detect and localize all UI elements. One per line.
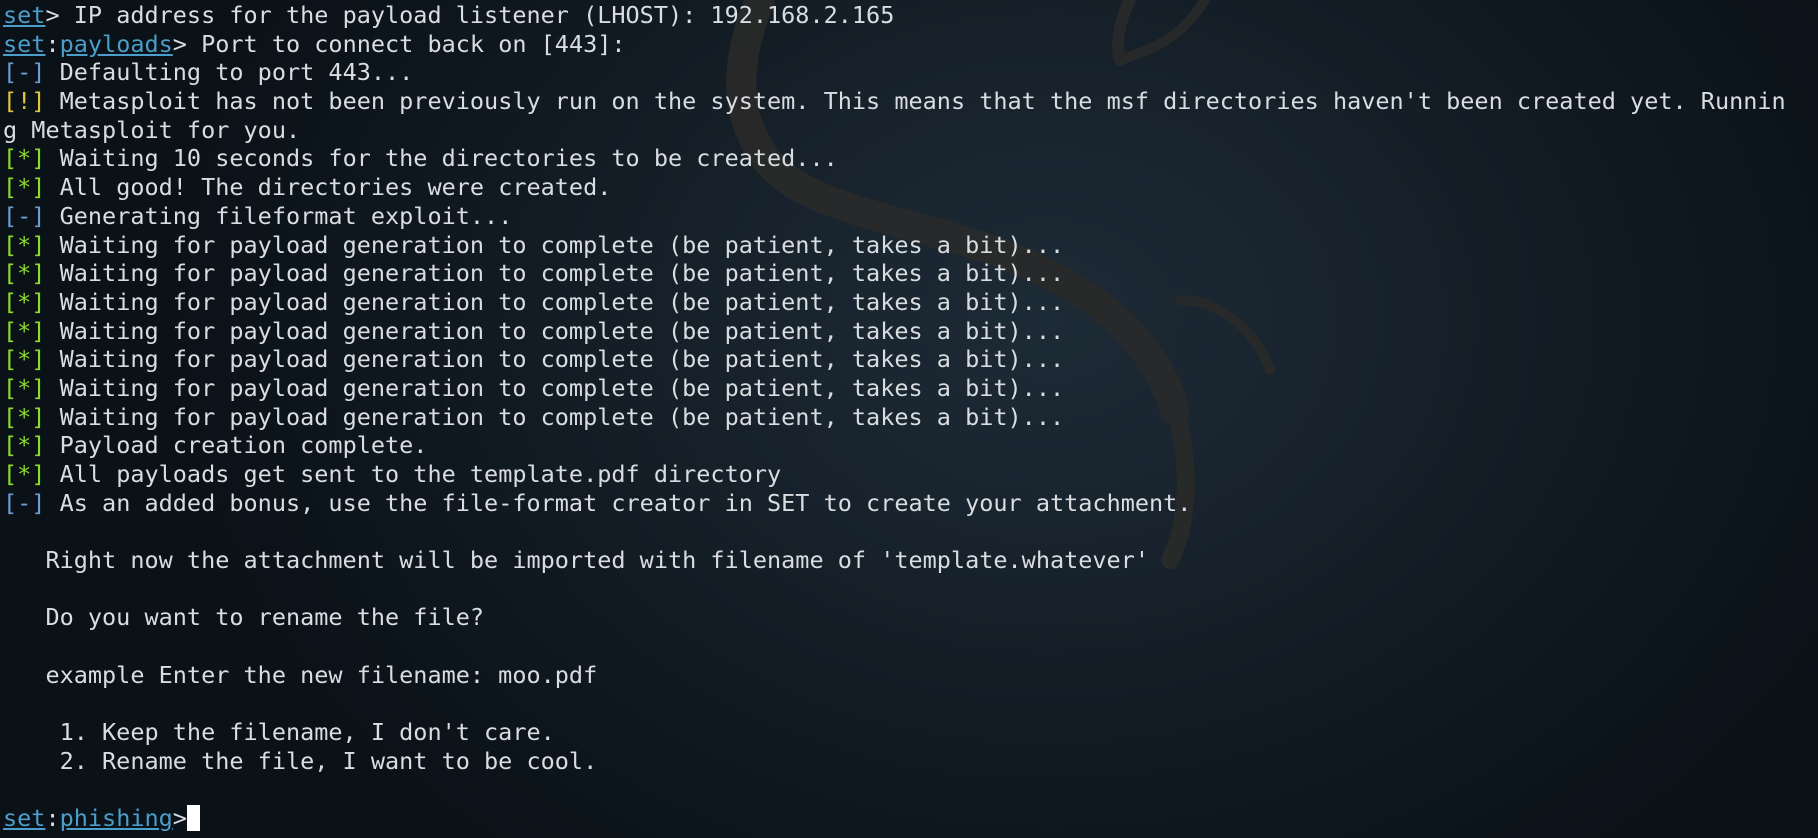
terminal-line: Right now the attachment will be importe… (3, 546, 1814, 575)
status-minus-tag: [-] (3, 201, 46, 230)
line-text: Defaulting to port 443... (45, 58, 414, 87)
terminal-line: [*] All good! The directories were creat… (3, 173, 1814, 202)
terminal-line: [*] Waiting for payload generation to co… (3, 345, 1814, 374)
terminal-line: set:phishing> (3, 804, 1814, 833)
terminal-line: [*] Waiting 10 seconds for the directori… (3, 144, 1814, 173)
line-text: Right now the attachment will be importe… (3, 546, 1150, 575)
text-cursor[interactable] (186, 805, 200, 832)
terminal-line: example Enter the new filename: moo.pdf (3, 661, 1814, 690)
prompt-token: phishing (59, 804, 173, 833)
terminal-window[interactable]: set> IP address for the payload listener… (0, 0, 1818, 838)
status-star-tag: [*] (3, 259, 46, 288)
terminal-line: [-] Generating fileformat exploit... (3, 202, 1814, 231)
line-text: Do you want to rename the file? (3, 603, 485, 632)
terminal-line: [-] As an added bonus, use the file-form… (3, 489, 1814, 518)
status-star-tag: [*] (3, 431, 46, 460)
line-text: example Enter the new filename: moo.pdf (3, 660, 598, 689)
line-text: Metasploit has not been previously run o… (45, 87, 1786, 116)
terminal-line: [*] Waiting for payload generation to co… (3, 317, 1814, 346)
status-star-tag: [*] (3, 345, 46, 374)
terminal-line: [*] Waiting for payload generation to co… (3, 374, 1814, 403)
terminal-line: [!] Metasploit has not been previously r… (3, 87, 1814, 116)
terminal-line: Do you want to rename the file? (3, 603, 1814, 632)
terminal-line: [*] All payloads get sent to the templat… (3, 460, 1814, 489)
line-text: Waiting for payload generation to comple… (45, 402, 1065, 431)
terminal-line: g Metasploit for you. (3, 116, 1814, 145)
prompt-token: payloads (59, 29, 173, 58)
line-text: Waiting for payload generation to comple… (45, 259, 1065, 288)
terminal-line: [*] Waiting for payload generation to co… (3, 403, 1814, 432)
status-star-tag: [*] (3, 287, 46, 316)
terminal-line: 2. Rename the file, I want to be cool. (3, 747, 1814, 776)
line-text: Waiting for payload generation to comple… (45, 316, 1065, 345)
status-star-tag: [*] (3, 316, 46, 345)
line-text: Waiting for payload generation to comple… (45, 230, 1065, 259)
terminal-line: [-] Defaulting to port 443... (3, 58, 1814, 87)
terminal-line: [*] Waiting for payload generation to co… (3, 231, 1814, 260)
status-minus-tag: [-] (3, 58, 46, 87)
line-text: g Metasploit for you. (3, 115, 301, 144)
line-text: As an added bonus, use the file-format c… (45, 488, 1192, 517)
prompt-token: set (3, 1, 46, 29)
status-star-tag: [*] (3, 173, 46, 202)
line-text: Generating fileformat exploit... (45, 201, 513, 230)
status-star-tag: [*] (3, 460, 46, 488)
status-star-tag: [*] (3, 144, 46, 173)
line-text: > (172, 804, 187, 833)
terminal-line: set> IP address for the payload listener… (3, 1, 1814, 30)
line-text: Waiting for payload generation to comple… (45, 345, 1065, 374)
status-minus-tag: [-] (3, 488, 46, 517)
terminal-line: 1. Keep the filename, I don't care. (3, 718, 1814, 747)
status-star-tag: [*] (3, 402, 46, 431)
line-text: Waiting for payload generation to comple… (45, 287, 1065, 316)
status-star-tag: [*] (3, 230, 46, 259)
line-text: 2. Rename the file, I want to be cool. (3, 746, 598, 775)
line-text: Payload creation complete. (45, 431, 428, 460)
terminal-output: set> IP address for the payload listener… (3, 1, 1814, 833)
line-text: 1. Keep the filename, I don't care. (3, 718, 555, 747)
terminal-line: [*] Payload creation complete. (3, 431, 1814, 460)
terminal-line: set:payloads> Port to connect back on [4… (3, 30, 1814, 59)
line-text: > Port to connect back on [443]: (172, 29, 626, 58)
line-text: > IP address for the payload listener (L… (45, 1, 895, 29)
line-text: Waiting 10 seconds for the directories t… (45, 144, 838, 173)
warning-tag: [!] (3, 87, 46, 116)
line-text: All good! The directories were created. (45, 173, 612, 202)
terminal-line: [*] Waiting for payload generation to co… (3, 259, 1814, 288)
terminal-line: [*] Waiting for payload generation to co… (3, 288, 1814, 317)
prompt-token: set (3, 804, 46, 833)
status-star-tag: [*] (3, 373, 46, 402)
line-text: All payloads get sent to the template.pd… (45, 460, 782, 488)
line-text: : (45, 804, 60, 833)
line-text: Waiting for payload generation to comple… (45, 373, 1065, 402)
line-text: : (45, 29, 60, 58)
prompt-token: set (3, 29, 46, 58)
